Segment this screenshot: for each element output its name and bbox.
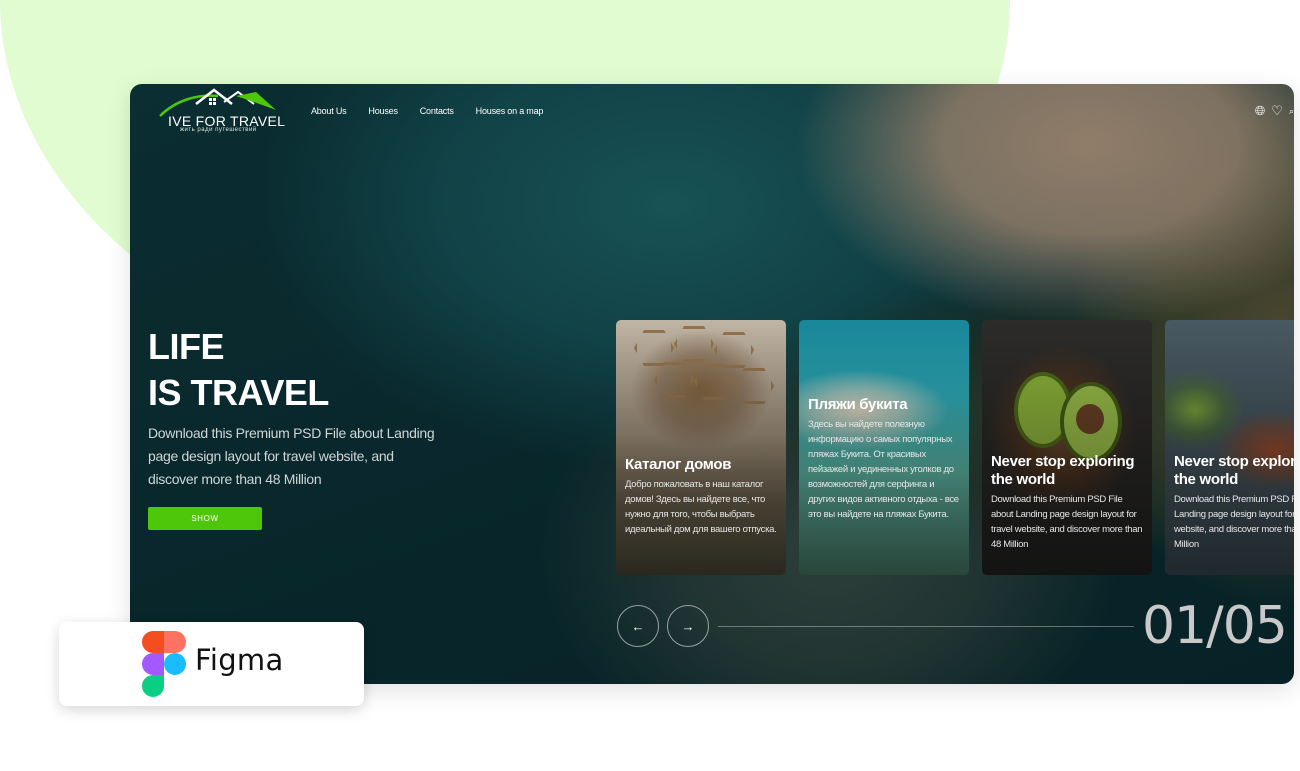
card-text: Здесь вы найдете полезную информацию о с… [808,419,959,520]
hero-title: LIFE IS TRAVEL [148,324,329,416]
nav-houses[interactable]: Houses [368,106,398,116]
nav-houses-on-map[interactable]: Houses on a map [476,106,544,116]
globe-icon[interactable]: 🌐︎ [1255,104,1265,118]
slider-next-button[interactable]: → [667,605,709,647]
figma-badge: Figma [59,622,364,706]
card-explore-world-2[interactable]: Never stop exploring the world Download … [1165,320,1294,575]
card-text: Download this Premium PSD File about Lan… [991,494,1143,550]
card-house-catalog[interactable]: Каталог домов Добро пожаловать в наш кат… [616,320,786,575]
website-preview: IVE FOR TRAVEL жить ради путешествий Abo… [130,84,1294,684]
card-title: Never stop exploring the world [1174,453,1294,488]
heart-icon[interactable]: ♡ [1271,104,1283,118]
card-text: Download this Premium PSD File about Lan… [1174,494,1294,550]
slider-progress-line [718,626,1134,627]
card-bukit-beaches[interactable]: Пляжи букита Здесь вы найдете полезную и… [799,320,969,575]
card-explore-world[interactable]: Never stop exploring the world Download … [982,320,1152,575]
slide-counter: 01/05 [1142,596,1288,656]
nav-about-us[interactable]: About Us [311,106,347,116]
slider-prev-button[interactable]: ← [617,605,659,647]
figma-label: Figma [195,643,284,677]
header-icons: 🌐︎ ♡ ⌕ [1255,104,1294,118]
nav-contacts[interactable]: Contacts [420,106,454,116]
figma-logo-icon [142,631,186,697]
main-nav: About Us Houses Contacts Houses on a map [311,106,543,116]
card-title: Каталог домов [625,456,732,473]
card-text: Добро пожаловать в наш каталог домов! Зд… [625,479,777,535]
site-logo[interactable]: IVE FOR TRAVEL жить ради путешествий [152,86,285,136]
hero-title-line1: LIFE [148,326,224,367]
arrow-right-icon: → [681,618,695,634]
show-button[interactable]: SHOW [148,507,262,530]
hero-title-line2: IS TRAVEL [148,372,329,413]
arrow-left-icon: ← [631,618,645,634]
logo-tagline: жить ради путешествий [180,127,257,133]
user-icon[interactable]: ⌕ [1289,104,1294,118]
hero-description: Download this Premium PSD File about Lan… [148,425,435,487]
card-title: Пляжи букита [808,396,908,413]
card-title: Never stop exploring the world [991,453,1135,488]
